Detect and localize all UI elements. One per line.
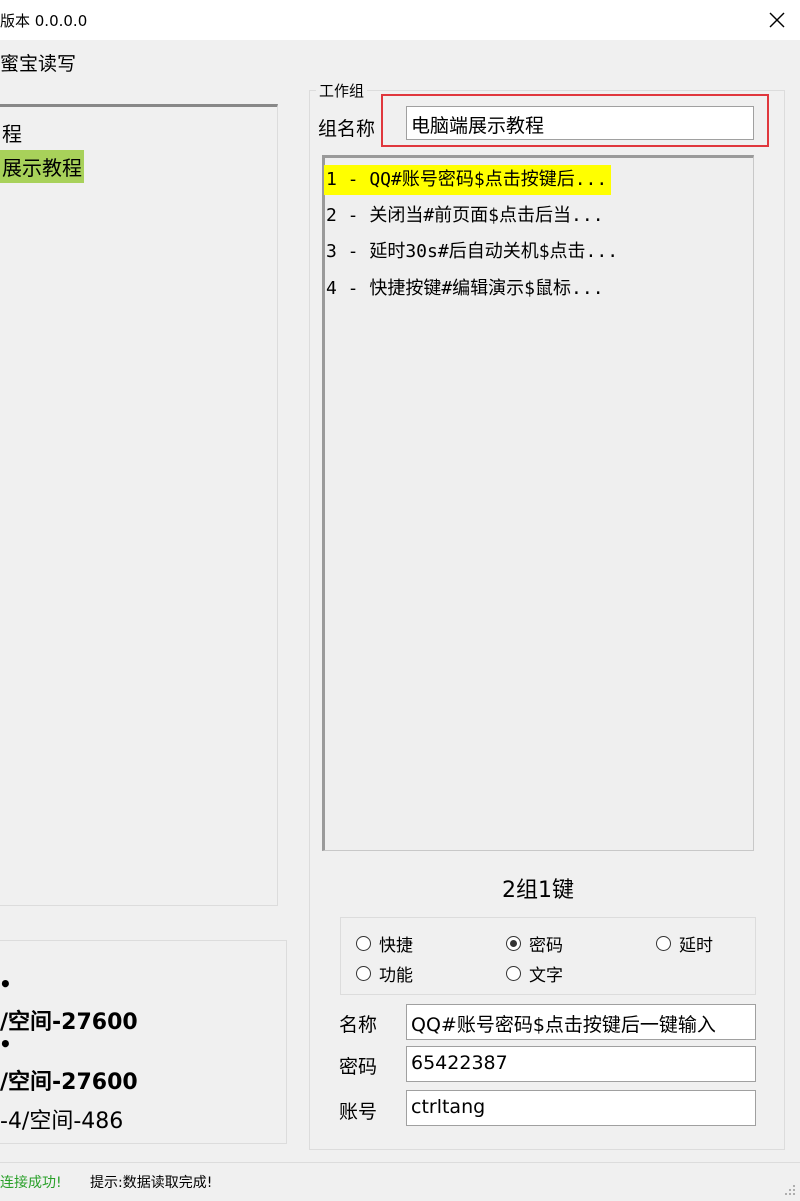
radio-shortcut[interactable]: 快捷 bbox=[356, 931, 413, 956]
list-item[interactable]: 3 - 延时30s#后自动关机$点击... bbox=[324, 237, 622, 267]
radio-delay[interactable]: 延时 bbox=[656, 931, 713, 956]
bullet-icon: • bbox=[0, 1032, 12, 1056]
title-bar bbox=[0, 0, 800, 40]
account-label: 账号 bbox=[339, 1101, 378, 1123]
menu-bar bbox=[0, 40, 800, 78]
radio-checked-icon bbox=[506, 936, 521, 951]
radio-label: 快捷 bbox=[379, 936, 413, 956]
info-line: /空间-27600 bbox=[0, 1010, 138, 1035]
status-message: 提示:数据读取完成! bbox=[90, 1175, 213, 1191]
radio-icon bbox=[356, 966, 371, 981]
list-item[interactable]: 2 - 关闭当#前页面$点击后当... bbox=[324, 201, 608, 231]
name-field[interactable]: QQ#账号密码$点击按键后一键输入 bbox=[406, 1004, 756, 1040]
radio-label: 密码 bbox=[529, 936, 563, 956]
radio-icon bbox=[506, 966, 521, 981]
workgroup-legend: 工作组 bbox=[316, 80, 368, 101]
count-label: 2组1键 bbox=[502, 878, 574, 903]
name-label: 名称 bbox=[339, 1014, 378, 1036]
account-field[interactable]: ctrltang bbox=[406, 1090, 756, 1126]
list-item-selected[interactable]: 1 - QQ#账号密码$点击按键后... bbox=[324, 165, 612, 195]
group-tree[interactable] bbox=[0, 104, 278, 906]
password-label: 密码 bbox=[339, 1056, 378, 1078]
password-field[interactable]: 65422387 bbox=[406, 1046, 756, 1082]
tree-item-selected[interactable]: 展示教程 bbox=[0, 150, 84, 183]
radio-function[interactable]: 功能 bbox=[356, 961, 413, 986]
radio-label: 文字 bbox=[529, 966, 563, 986]
radio-label: 延时 bbox=[679, 936, 713, 956]
tree-item[interactable]: 程 bbox=[0, 116, 24, 149]
radio-text[interactable]: 文字 bbox=[506, 961, 563, 986]
group-name-label: 组名称 bbox=[318, 118, 376, 140]
group-name-input[interactable]: 电脑端展示教程 bbox=[406, 106, 754, 140]
connection-status: 连接成功! bbox=[0, 1175, 62, 1191]
resize-grip-icon[interactable] bbox=[784, 1184, 796, 1196]
close-icon bbox=[769, 12, 785, 28]
close-button[interactable] bbox=[754, 0, 800, 40]
info-line: -4/空间-486 bbox=[0, 1109, 124, 1134]
radio-password[interactable]: 密码 bbox=[506, 931, 563, 956]
info-line: /空间-27600 bbox=[0, 1070, 138, 1095]
bullet-icon: • bbox=[0, 972, 12, 996]
window-title: 版本 0.0.0.0 bbox=[0, 12, 88, 30]
radio-label: 功能 bbox=[379, 966, 413, 986]
menu-item[interactable]: 蜜宝读写 bbox=[0, 49, 76, 76]
list-item[interactable]: 4 - 快捷按键#编辑演示$鼠标... bbox=[324, 274, 608, 304]
radio-icon bbox=[656, 936, 671, 951]
radio-icon bbox=[356, 936, 371, 951]
